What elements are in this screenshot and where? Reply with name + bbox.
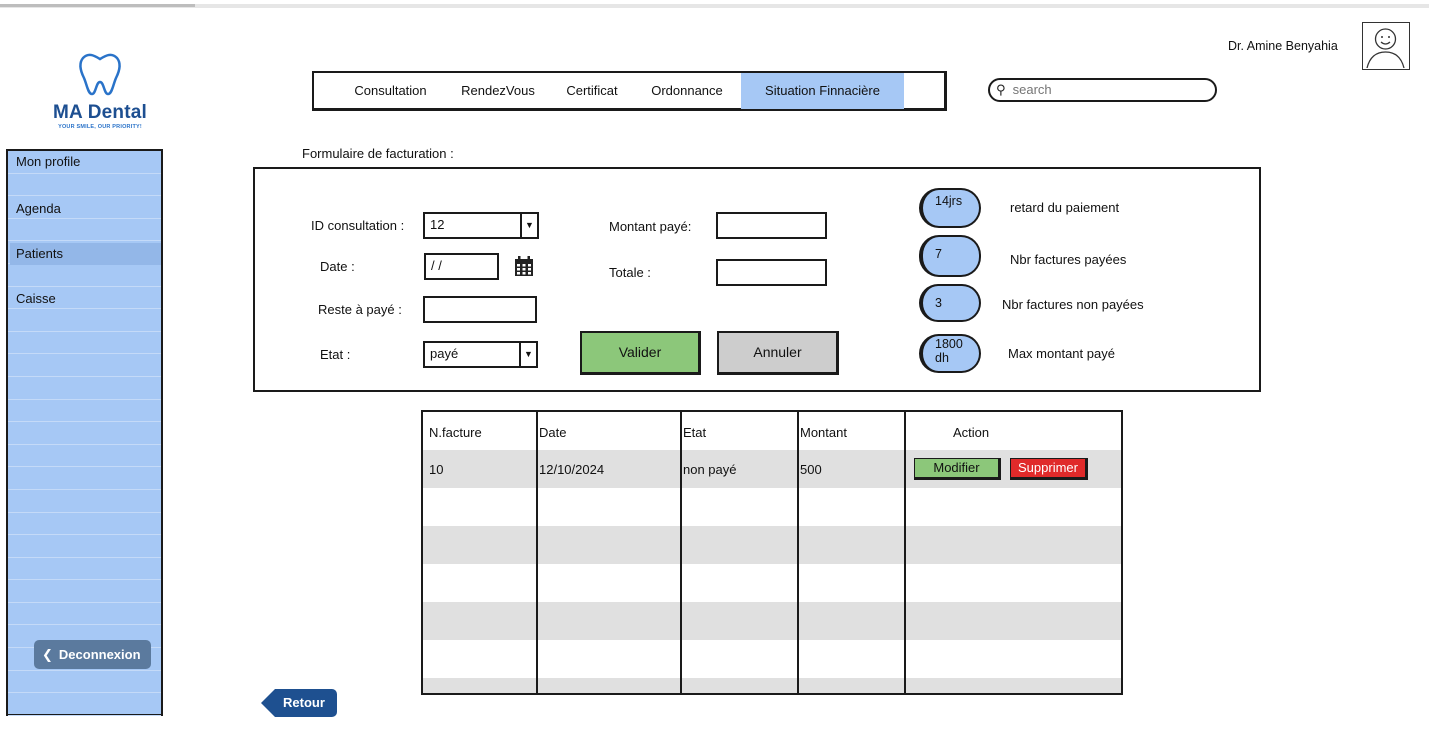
valider-button[interactable]: Valider: [580, 331, 701, 375]
montant-input[interactable]: [716, 212, 827, 239]
date-input[interactable]: / /: [424, 253, 499, 280]
search-icon: ⚲: [996, 82, 1006, 97]
sidebar-item-patients[interactable]: Patients: [10, 243, 161, 265]
form-title: Formulaire de facturation :: [302, 146, 454, 161]
id-consultation-value: 12: [430, 217, 445, 232]
search-box: ⚲: [988, 78, 1217, 102]
tab-ordonnance[interactable]: Ordonnance: [640, 73, 734, 109]
cell-etat: non payé: [683, 462, 737, 477]
stat-payees-badge: 7: [919, 235, 981, 277]
date-label: Date :: [320, 259, 355, 274]
cell-n-facture: 10: [429, 462, 444, 477]
stat-non-payees-badge: 3: [919, 284, 981, 322]
table-row-empty: [423, 602, 1121, 640]
invoices-table: N.facture Date Etat Montant Action 10 12…: [421, 410, 1123, 695]
stat-max-montant-label: Max montant payé: [1008, 346, 1115, 361]
top-nav: Consultation RendezVous Certificat Ordon…: [312, 71, 947, 111]
chevron-left-icon: ❮: [42, 647, 53, 662]
stat-retard-badge: 14jrs: [919, 188, 981, 228]
caret-down-icon: ▼: [520, 214, 537, 237]
sidebar-stripe: [8, 174, 161, 197]
sidebar-stripe: [8, 377, 161, 400]
sidebar-item-agenda[interactable]: Agenda: [10, 198, 161, 220]
annuler-button[interactable]: Annuler: [717, 331, 839, 375]
table-row-empty: [423, 526, 1121, 564]
calendar-icon[interactable]: [513, 255, 535, 277]
sidebar-stripe: [8, 558, 161, 581]
sidebar: Mon profile Agenda Patients Caisse ❮ Deco…: [6, 149, 163, 716]
sidebar-stripe: [8, 400, 161, 423]
logout-label: Deconnexion: [58, 647, 141, 662]
app-logo: MA Dental YOUR SMILE, OUR PRIORITY!: [40, 52, 160, 132]
logo-name: MA Dental: [53, 102, 147, 123]
modifier-button[interactable]: Modifier: [914, 458, 1001, 480]
table-row-empty: [423, 640, 1121, 678]
totale-input[interactable]: [716, 259, 827, 286]
table-header-row: [423, 412, 1121, 450]
stat-payees-label: Nbr factures payées: [1010, 252, 1127, 267]
header-date: Date: [539, 425, 567, 440]
header-action: Action: [953, 425, 990, 440]
tab-consultation[interactable]: Consultation: [334, 73, 447, 109]
logout-button[interactable]: ❮ Deconnexion: [34, 640, 151, 669]
cell-date: 12/10/2024: [539, 462, 605, 477]
stat-retard-label: retard du paiement: [1010, 200, 1120, 215]
etat-label: Etat :: [320, 347, 351, 362]
sidebar-stripe: [8, 219, 161, 242]
cell-montant: 500: [800, 462, 822, 477]
tab-certificat[interactable]: Certificat: [556, 73, 628, 109]
montant-label: Montant payé:: [609, 219, 692, 234]
id-consultation-label: ID consultation :: [311, 218, 405, 233]
tab-situation-financiere[interactable]: Situation Finnacière: [741, 73, 904, 109]
column-divider: [680, 412, 682, 693]
logo-tagline: YOUR SMILE, OUR PRIORITY!: [58, 124, 142, 130]
top-divider: [0, 4, 1429, 8]
sidebar-stripe: [8, 580, 161, 603]
date-value: / /: [431, 258, 442, 273]
reste-input[interactable]: [423, 296, 537, 323]
sidebar-item-caisse[interactable]: Caisse: [10, 288, 161, 310]
search-input[interactable]: [1012, 82, 1203, 97]
stat-non-payees-label: Nbr factures non payées: [1002, 297, 1144, 312]
retour-button[interactable]: Retour: [261, 689, 337, 717]
sidebar-stripe: [8, 603, 161, 626]
column-divider: [797, 412, 799, 693]
column-divider: [536, 412, 538, 693]
header-n-facture: N.facture: [429, 425, 482, 440]
etat-value: payé: [430, 346, 459, 361]
sidebar-stripe: [8, 671, 161, 694]
sidebar-stripe: [8, 332, 161, 355]
top-divider-accent: [0, 4, 195, 7]
sidebar-stripe: [8, 513, 161, 536]
sidebar-stripe: [8, 309, 161, 332]
column-divider: [904, 412, 906, 693]
sidebar-stripe: [8, 264, 161, 287]
table-row-empty: [423, 678, 1121, 693]
sidebar-stripe: [8, 693, 161, 716]
etat-select[interactable]: payé ▼: [423, 341, 538, 368]
totale-label: Totale :: [609, 265, 651, 280]
sidebar-stripe: [8, 490, 161, 513]
caret-down-icon: ▼: [519, 343, 536, 366]
header-montant: Montant: [800, 425, 847, 440]
avatar[interactable]: [1362, 22, 1410, 70]
sidebar-rows: [8, 151, 161, 716]
user-avatar-icon: [1366, 28, 1405, 69]
tab-rendezvous[interactable]: RendezVous: [450, 73, 546, 109]
table-row-empty: [423, 564, 1121, 602]
user-name: Dr. Amine Benyahia: [1228, 39, 1338, 53]
stat-max-montant-badge: 1800 dh: [919, 334, 981, 373]
sidebar-item-mon-profile[interactable]: Mon profile: [10, 151, 161, 173]
sidebar-stripe: [8, 354, 161, 377]
reste-label: Reste à payé :: [318, 302, 402, 317]
sidebar-stripe: [8, 535, 161, 558]
tooth-icon: [79, 53, 121, 96]
id-consultation-select[interactable]: 12 ▼: [423, 212, 539, 239]
sidebar-stripe: [8, 467, 161, 490]
header-etat: Etat: [683, 425, 707, 440]
sidebar-stripe: [8, 422, 161, 445]
sidebar-stripe: [8, 445, 161, 468]
table-row-empty: [423, 488, 1121, 526]
supprimer-button[interactable]: Supprimer: [1010, 458, 1088, 480]
